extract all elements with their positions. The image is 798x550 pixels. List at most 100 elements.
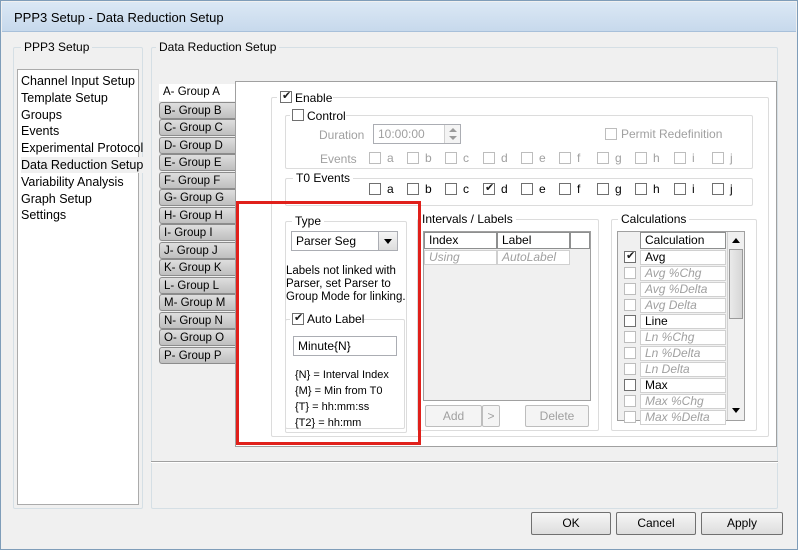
calc-item-10[interactable]: Max %Chg bbox=[640, 394, 726, 409]
t0-event-checkbox-h[interactable] bbox=[635, 183, 647, 195]
t0-event-label-d: d bbox=[501, 182, 508, 196]
calc-item-8[interactable]: Ln Delta bbox=[640, 362, 726, 377]
calc-checkbox-8[interactable] bbox=[624, 363, 636, 375]
tab-group-i[interactable]: I- Group I bbox=[159, 224, 236, 241]
t0-event-checkbox-i[interactable] bbox=[674, 183, 686, 195]
calc-checkbox-9[interactable] bbox=[624, 379, 636, 391]
calc-checkbox-11[interactable] bbox=[624, 411, 636, 423]
tab-group-m[interactable]: M- Group M bbox=[159, 294, 236, 311]
calc-item-5[interactable]: Line bbox=[640, 314, 726, 329]
control-event-label-b: b bbox=[425, 151, 432, 165]
calc-item-7[interactable]: Ln %Delta bbox=[640, 346, 726, 361]
duration-spinner[interactable] bbox=[444, 125, 460, 143]
intervals-header-index[interactable]: Index bbox=[424, 232, 497, 249]
ok-button[interactable]: OK bbox=[531, 512, 611, 535]
tab-group-j[interactable]: J- Group J bbox=[159, 241, 236, 259]
t0-event-checkbox-j[interactable] bbox=[712, 183, 724, 195]
delete-button[interactable]: Delete bbox=[525, 405, 589, 427]
move-right-button[interactable]: > bbox=[482, 405, 500, 427]
t0-event-checkbox-c[interactable] bbox=[445, 183, 457, 195]
calc-item-1[interactable]: Avg bbox=[640, 250, 726, 265]
calc-checkbox-6[interactable] bbox=[624, 331, 636, 343]
tab-group-e[interactable]: E- Group E bbox=[159, 154, 236, 171]
t0-event-label-i: i bbox=[692, 182, 695, 196]
permit-redefinition-label: Permit Redefinition bbox=[621, 127, 723, 141]
control-event-checkbox-h[interactable] bbox=[635, 152, 647, 164]
nav-item-data-reduction-setup[interactable]: Data Reduction Setup bbox=[21, 157, 144, 173]
calc-item-11[interactable]: Max %Delta bbox=[640, 410, 726, 425]
tab-group-n[interactable]: N- Group N bbox=[159, 311, 236, 329]
calculations-scrollbar[interactable] bbox=[727, 232, 744, 420]
t0-event-checkbox-e[interactable] bbox=[521, 183, 533, 195]
calc-item-9[interactable]: Max bbox=[640, 378, 726, 393]
tab-group-g[interactable]: G- Group G bbox=[159, 189, 236, 206]
t0-event-checkbox-a[interactable] bbox=[369, 183, 381, 195]
tab-group-l[interactable]: L- Group L bbox=[159, 276, 236, 294]
tab-group-o[interactable]: O- Group O bbox=[159, 329, 236, 346]
control-event-checkbox-e[interactable] bbox=[521, 152, 533, 164]
t0-event-checkbox-f[interactable] bbox=[559, 183, 571, 195]
calc-item-2[interactable]: Avg %Chg bbox=[640, 266, 726, 281]
scroll-thumb[interactable] bbox=[729, 249, 743, 319]
control-event-label-d: d bbox=[501, 151, 508, 165]
add-button[interactable]: Add bbox=[425, 405, 482, 427]
calc-checkbox-4[interactable] bbox=[624, 299, 636, 311]
calc-checkbox-2[interactable] bbox=[624, 267, 636, 279]
control-checkbox[interactable] bbox=[292, 109, 304, 121]
tab-group-h[interactable]: H- Group H bbox=[159, 206, 236, 224]
control-events-label: Events bbox=[320, 152, 357, 166]
tab-group-p[interactable]: P- Group P bbox=[159, 346, 236, 364]
control-event-checkbox-j[interactable] bbox=[712, 152, 724, 164]
calc-item-4[interactable]: Avg Delta bbox=[640, 298, 726, 313]
intervals-row-index[interactable]: Using bbox=[424, 250, 497, 265]
intervals-row-label[interactable]: AutoLabel bbox=[497, 250, 570, 265]
permit-redefinition-checkbox[interactable] bbox=[605, 128, 617, 140]
control-event-checkbox-d[interactable] bbox=[483, 152, 495, 164]
control-event-checkbox-a[interactable] bbox=[369, 152, 381, 164]
nav-item-graph-setup[interactable]: Graph Setup bbox=[21, 191, 92, 207]
tab-group-a[interactable]: A- Group A bbox=[159, 84, 236, 101]
control-event-checkbox-g[interactable] bbox=[597, 152, 609, 164]
calculations-header[interactable]: Calculation bbox=[640, 232, 726, 249]
t0-events-label: T0 Events bbox=[293, 171, 354, 185]
tab-group-b[interactable]: B- Group B bbox=[159, 101, 236, 119]
t0-event-checkbox-b[interactable] bbox=[407, 183, 419, 195]
scroll-down-icon[interactable] bbox=[732, 408, 740, 413]
tab-group-d[interactable]: D- Group D bbox=[159, 136, 236, 154]
nav-item-experimental-protocol[interactable]: Experimental Protocol bbox=[21, 140, 143, 156]
control-event-checkbox-b[interactable] bbox=[407, 152, 419, 164]
control-event-checkbox-i[interactable] bbox=[674, 152, 686, 164]
calc-checkbox-1[interactable] bbox=[624, 249, 636, 263]
control-event-checkbox-c[interactable] bbox=[445, 152, 457, 164]
calc-item-6[interactable]: Ln %Chg bbox=[640, 330, 726, 345]
control-event-label-g: g bbox=[615, 151, 622, 165]
enable-checkbox[interactable] bbox=[280, 89, 292, 103]
t0-event-checkbox-g[interactable] bbox=[597, 183, 609, 195]
control-event-checkbox-f[interactable] bbox=[559, 152, 571, 164]
calc-checkbox-5[interactable] bbox=[624, 315, 636, 327]
cancel-button[interactable]: Cancel bbox=[616, 512, 696, 535]
calc-checkbox-3[interactable] bbox=[624, 283, 636, 295]
control-event-label-i: i bbox=[692, 151, 695, 165]
tab-group-f[interactable]: F- Group F bbox=[159, 171, 236, 189]
tab-group-k[interactable]: K- Group K bbox=[159, 259, 236, 276]
duration-label: Duration bbox=[319, 128, 365, 142]
scroll-up-icon[interactable] bbox=[732, 238, 740, 243]
calc-checkbox-7[interactable] bbox=[624, 347, 636, 359]
nav-item-settings[interactable]: Settings bbox=[21, 207, 66, 223]
calc-checkbox-10[interactable] bbox=[624, 395, 636, 407]
separator-line bbox=[151, 461, 778, 463]
nav-item-variability-analysis[interactable]: Variability Analysis bbox=[21, 174, 124, 190]
tab-group-c[interactable]: C- Group C bbox=[159, 119, 236, 136]
title-bar: PPP3 Setup - Data Reduction Setup bbox=[2, 2, 796, 32]
calc-item-3[interactable]: Avg %Delta bbox=[640, 282, 726, 297]
intervals-header-label[interactable]: Label bbox=[497, 232, 570, 249]
nav-item-groups[interactable]: Groups bbox=[21, 107, 62, 123]
spin-up-icon bbox=[449, 128, 457, 132]
apply-button[interactable]: Apply bbox=[701, 512, 783, 535]
t0-event-checkbox-d[interactable] bbox=[483, 181, 495, 195]
setup-nav-list: Channel Input Setup Template Setup Groups E… bbox=[17, 69, 144, 505]
nav-item-channel-input-setup[interactable]: Channel Input Setup bbox=[21, 73, 135, 89]
nav-item-events[interactable]: Events bbox=[21, 123, 59, 139]
nav-item-template-setup[interactable]: Template Setup bbox=[21, 90, 108, 106]
